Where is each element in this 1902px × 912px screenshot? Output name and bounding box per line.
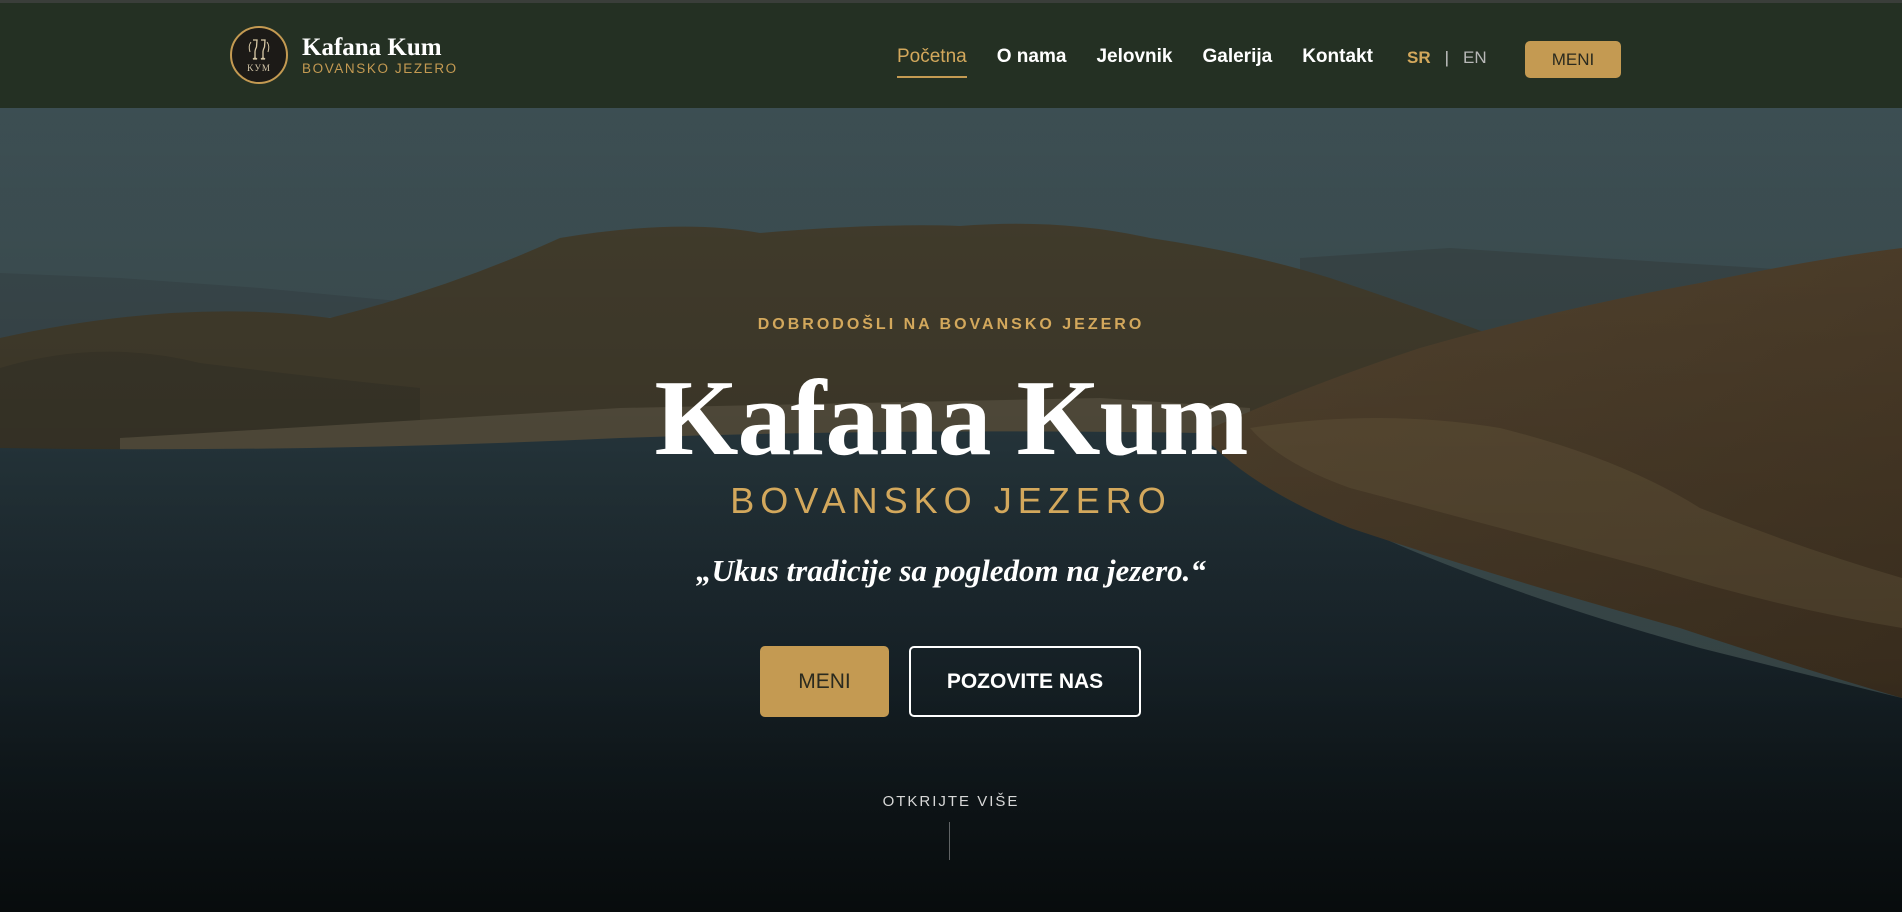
hero-section: DOBRODOŠLI NA BOVANSKO JEZERO Kafana Kum… bbox=[0, 108, 1902, 912]
call-us-button[interactable]: POZOVITE NAS bbox=[909, 646, 1141, 717]
site-header: KУМ Kafana Kum BOVANSKO JEZERO Početna O… bbox=[0, 0, 1902, 108]
menu-button[interactable]: MENI bbox=[760, 646, 889, 717]
lang-en-button[interactable]: EN bbox=[1463, 48, 1487, 68]
nav-item-o-nama[interactable]: O nama bbox=[997, 46, 1067, 68]
lang-sr-button[interactable]: SR bbox=[1407, 48, 1431, 68]
wine-glass-icon bbox=[248, 38, 270, 60]
brand-subtitle: BOVANSKO JEZERO bbox=[302, 60, 458, 76]
nav-item-jelovnik[interactable]: Jelovnik bbox=[1096, 46, 1172, 68]
hero-subtitle: BOVANSKO JEZERO bbox=[730, 480, 1172, 521]
main-nav: Početna O nama Jelovnik Galerija Kontakt bbox=[897, 46, 1403, 78]
discover-more-link[interactable]: OTKRIJTE VIŠE bbox=[0, 793, 1902, 810]
nav-item-pocetna[interactable]: Početna bbox=[897, 46, 967, 78]
header-menu-button[interactable]: MENI bbox=[1525, 41, 1621, 78]
hero-eyebrow: DOBRODOŠLI NA BOVANSKO JEZERO bbox=[757, 316, 1145, 333]
scroll-indicator-line bbox=[949, 822, 950, 860]
nav-item-galerija[interactable]: Galerija bbox=[1202, 46, 1272, 68]
lang-separator: | bbox=[1444, 48, 1450, 67]
logo-emblem: KУМ bbox=[230, 26, 288, 84]
nav-item-kontakt[interactable]: Kontakt bbox=[1302, 46, 1373, 68]
logo-text: KУМ bbox=[247, 62, 271, 73]
language-switcher: SR | EN bbox=[1407, 48, 1487, 68]
brand-name: Kafana Kum bbox=[302, 33, 442, 61]
hero-title: Kafana Kum bbox=[654, 359, 1248, 478]
brand-text: Kafana Kum BOVANSKO JEZERO bbox=[302, 35, 458, 76]
hero-tagline: „Ukus tradicije sa pogledom na jezero.“ bbox=[696, 553, 1206, 588]
logo-link[interactable]: KУМ Kafana Kum BOVANSKO JEZERO bbox=[230, 26, 458, 84]
